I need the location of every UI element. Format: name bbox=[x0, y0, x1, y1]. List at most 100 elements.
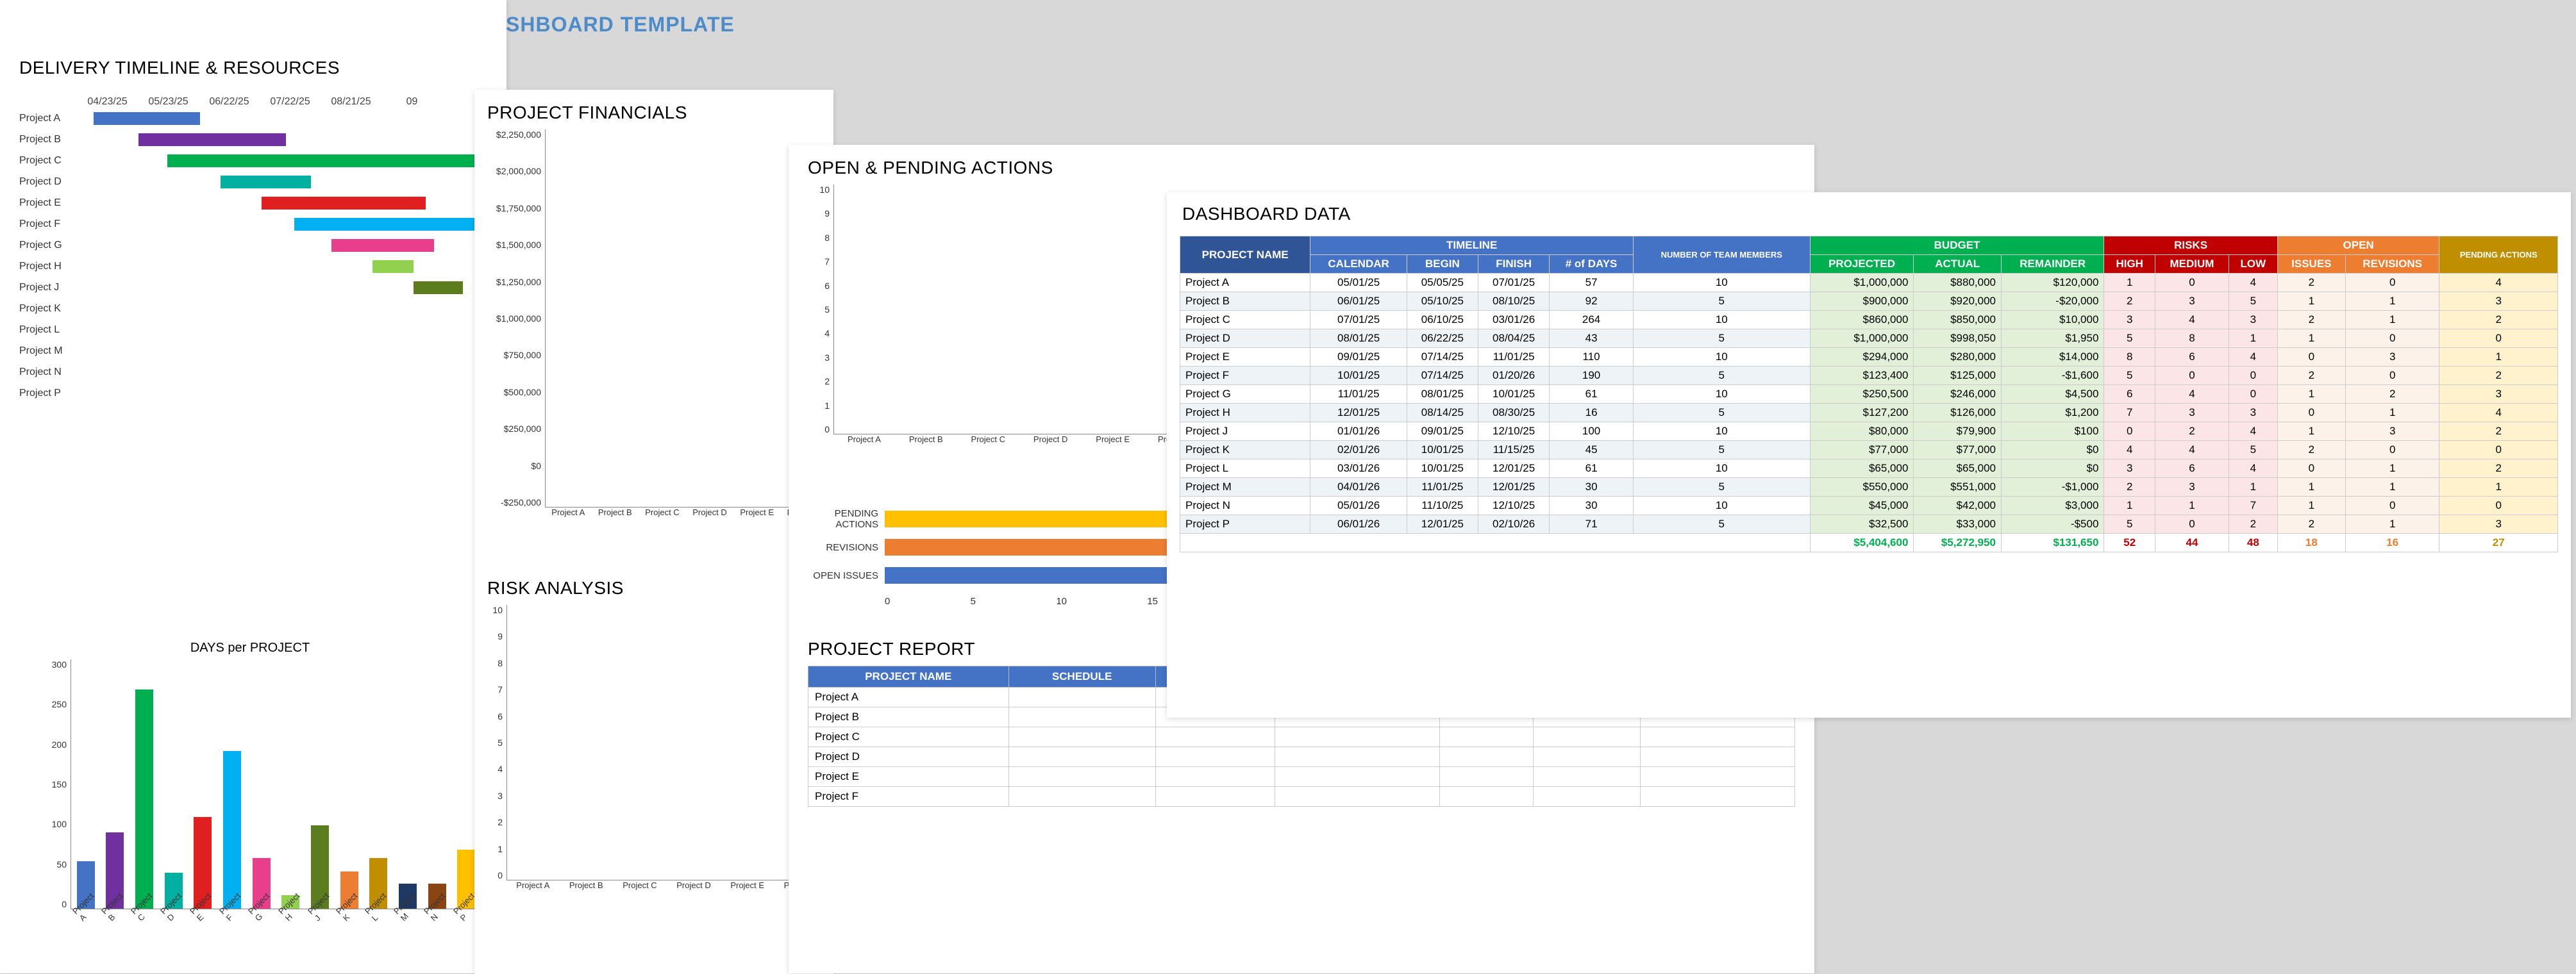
gantt-bar bbox=[294, 218, 487, 231]
dash-row: Project M04/01/2611/01/2512/01/25305 $55… bbox=[1180, 478, 2558, 497]
gantt-date: 05/23/25 bbox=[138, 96, 199, 108]
dash-row: Project G11/01/2508/01/2510/01/256110 $2… bbox=[1180, 385, 2558, 404]
report-header: PROJECT NAME bbox=[808, 666, 1009, 688]
gantt-project-label: Project J bbox=[19, 282, 77, 293]
days-x-label: Project H bbox=[276, 909, 306, 967]
panel-dashboard: DASHBOARD DATA PROJECT NAME TIMELINE NUM… bbox=[1167, 192, 2571, 718]
gantt-date: 08/21/25 bbox=[321, 96, 381, 108]
gantt-bar bbox=[221, 176, 311, 188]
dash-row: Project A05/01/2505/05/2507/01/255710 $1… bbox=[1180, 274, 2558, 292]
dash-row: Project C07/01/2506/10/2503/01/2626410 $… bbox=[1180, 311, 2558, 329]
gantt-bar bbox=[262, 197, 426, 210]
fin-x-label: Project C bbox=[645, 508, 679, 527]
days-x-label: Project D bbox=[158, 909, 188, 967]
gantt-project-label: Project G bbox=[19, 240, 77, 251]
dash-totals: $5,404,600 $5,272,950 $131,650 52 44 48 … bbox=[1180, 534, 2558, 552]
gantt-project-label: Project P bbox=[19, 388, 77, 399]
gantt-bar bbox=[331, 239, 434, 252]
gantt-bar bbox=[167, 154, 487, 167]
report-row: Project D bbox=[808, 747, 1795, 767]
gantt-row: Project G bbox=[19, 235, 487, 256]
gantt-row: Project J bbox=[19, 277, 487, 298]
section-title-timeline: DELIVERY TIMELINE & RESOURCES bbox=[19, 58, 340, 78]
gantt-project-label: Project C bbox=[19, 155, 77, 167]
gantt-project-label: Project F bbox=[19, 219, 77, 230]
days-x-label: Project B bbox=[99, 909, 129, 967]
section-title-actions: OPEN & PENDING ACTIONS bbox=[789, 145, 1814, 178]
gantt-row: Project K bbox=[19, 298, 487, 319]
gantt-row: Project M bbox=[19, 340, 487, 361]
gantt-row: Project B bbox=[19, 129, 487, 150]
gantt-date: 09 bbox=[381, 96, 442, 108]
report-header: SCHEDULE bbox=[1008, 666, 1155, 688]
gantt-project-label: Project K bbox=[19, 303, 77, 315]
days-bar-chart: 300250200150100500 Project AProject BPro… bbox=[19, 659, 481, 929]
dash-row: Project J01/01/2609/01/2512/10/2510010 $… bbox=[1180, 422, 2558, 441]
dash-row: Project K02/01/2610/01/2511/15/25455 $77… bbox=[1180, 441, 2558, 459]
panel-timeline: DELIVERY TIMELINE & RESOURCES 04/23/2505… bbox=[0, 0, 506, 973]
days-x-label: Project E bbox=[188, 909, 217, 967]
report-row: Project F bbox=[808, 787, 1795, 807]
gantt-row: Project E bbox=[19, 192, 487, 213]
gantt-date: 04/23/25 bbox=[77, 96, 138, 108]
gantt-row: Project C bbox=[19, 150, 487, 171]
dash-row: Project N05/01/2611/10/2512/10/253010 $4… bbox=[1180, 497, 2558, 515]
dash-row: Project D08/01/2506/22/2508/04/25435 $1,… bbox=[1180, 329, 2558, 348]
dash-row: Project E09/01/2507/14/2511/01/2511010 $… bbox=[1180, 348, 2558, 367]
days-bar bbox=[135, 689, 153, 909]
days-x-label: Project J bbox=[306, 909, 334, 967]
gantt-project-label: Project B bbox=[19, 134, 77, 145]
report-row: Project C bbox=[808, 727, 1795, 747]
gantt-row: Project N bbox=[19, 361, 487, 383]
gantt-bar bbox=[372, 260, 414, 273]
gantt-row: Project D bbox=[19, 171, 487, 192]
risk-chart: 109876543210 Project AProject BProject C… bbox=[481, 605, 827, 900]
gantt-bar bbox=[138, 133, 286, 146]
actions-chart: 109876543210 Project AProject BProject C… bbox=[808, 185, 1205, 454]
gantt-date: 06/22/25 bbox=[199, 96, 260, 108]
dash-row: Project H12/01/2508/14/2508/30/25165 $12… bbox=[1180, 404, 2558, 422]
gantt-date: 07/22/25 bbox=[260, 96, 321, 108]
days-bar bbox=[223, 751, 241, 909]
dash-row: Project F10/01/2507/14/2501/20/261905 $1… bbox=[1180, 367, 2558, 385]
gantt-chart: 04/23/2505/23/2506/22/2507/22/2508/21/25… bbox=[19, 96, 487, 404]
days-chart-wrapper: DAYS per PROJECT 300250200150100500 Proj… bbox=[19, 641, 481, 929]
gantt-project-label: Project H bbox=[19, 261, 77, 272]
panel-financials: PROJECT FINANCIALS $2,250,000$2,000,000$… bbox=[474, 90, 833, 974]
gantt-bar bbox=[94, 112, 200, 125]
fin-x-label: Project A bbox=[551, 508, 585, 527]
gantt-bar bbox=[414, 281, 463, 294]
gantt-project-label: Project L bbox=[19, 324, 77, 336]
days-x-label: Project F bbox=[217, 909, 246, 967]
section-title-financials: PROJECT FINANCIALS bbox=[474, 90, 833, 123]
fin-x-label: Project D bbox=[692, 508, 726, 527]
days-x-label: Project C bbox=[129, 909, 158, 967]
gantt-project-label: Project N bbox=[19, 367, 77, 378]
gantt-row: Project P bbox=[19, 383, 487, 404]
fin-x-label: Project E bbox=[740, 508, 774, 527]
days-chart-title: DAYS per PROJECT bbox=[19, 641, 481, 656]
gantt-project-label: Project D bbox=[19, 176, 77, 188]
gantt-project-label: Project E bbox=[19, 197, 77, 209]
report-row: Project E bbox=[808, 767, 1795, 787]
dash-row: Project L03/01/2610/01/2512/01/256110 $6… bbox=[1180, 459, 2558, 478]
section-title-dashboard: DASHBOARD DATA bbox=[1167, 192, 2571, 229]
days-x-label: Project M bbox=[392, 909, 422, 967]
days-x-label: Project G bbox=[246, 909, 276, 967]
gantt-project-label: Project A bbox=[19, 113, 77, 124]
gantt-row: Project F bbox=[19, 213, 487, 235]
dash-row: Project B06/01/2505/10/2508/10/25925 $90… bbox=[1180, 292, 2558, 311]
gantt-row: Project A bbox=[19, 108, 487, 129]
dashboard-table: PROJECT NAME TIMELINE NUMBER OF TEAM MEM… bbox=[1180, 236, 2558, 552]
gantt-row: Project H bbox=[19, 256, 487, 277]
days-x-label: Project K bbox=[334, 909, 364, 967]
dash-row: Project P06/01/2612/01/2502/10/26715 $32… bbox=[1180, 515, 2558, 534]
days-x-label: Project A bbox=[71, 909, 99, 967]
days-x-label: Project N bbox=[422, 909, 451, 967]
gantt-row: Project L bbox=[19, 319, 487, 340]
section-title-risk: RISK ANALYSIS bbox=[474, 527, 833, 598]
financials-chart: $2,250,000$2,000,000$1,750,000$1,500,000… bbox=[481, 129, 827, 527]
fin-x-label: Project B bbox=[598, 508, 632, 527]
days-x-label: Project L bbox=[363, 909, 391, 967]
gantt-project-label: Project M bbox=[19, 345, 77, 357]
